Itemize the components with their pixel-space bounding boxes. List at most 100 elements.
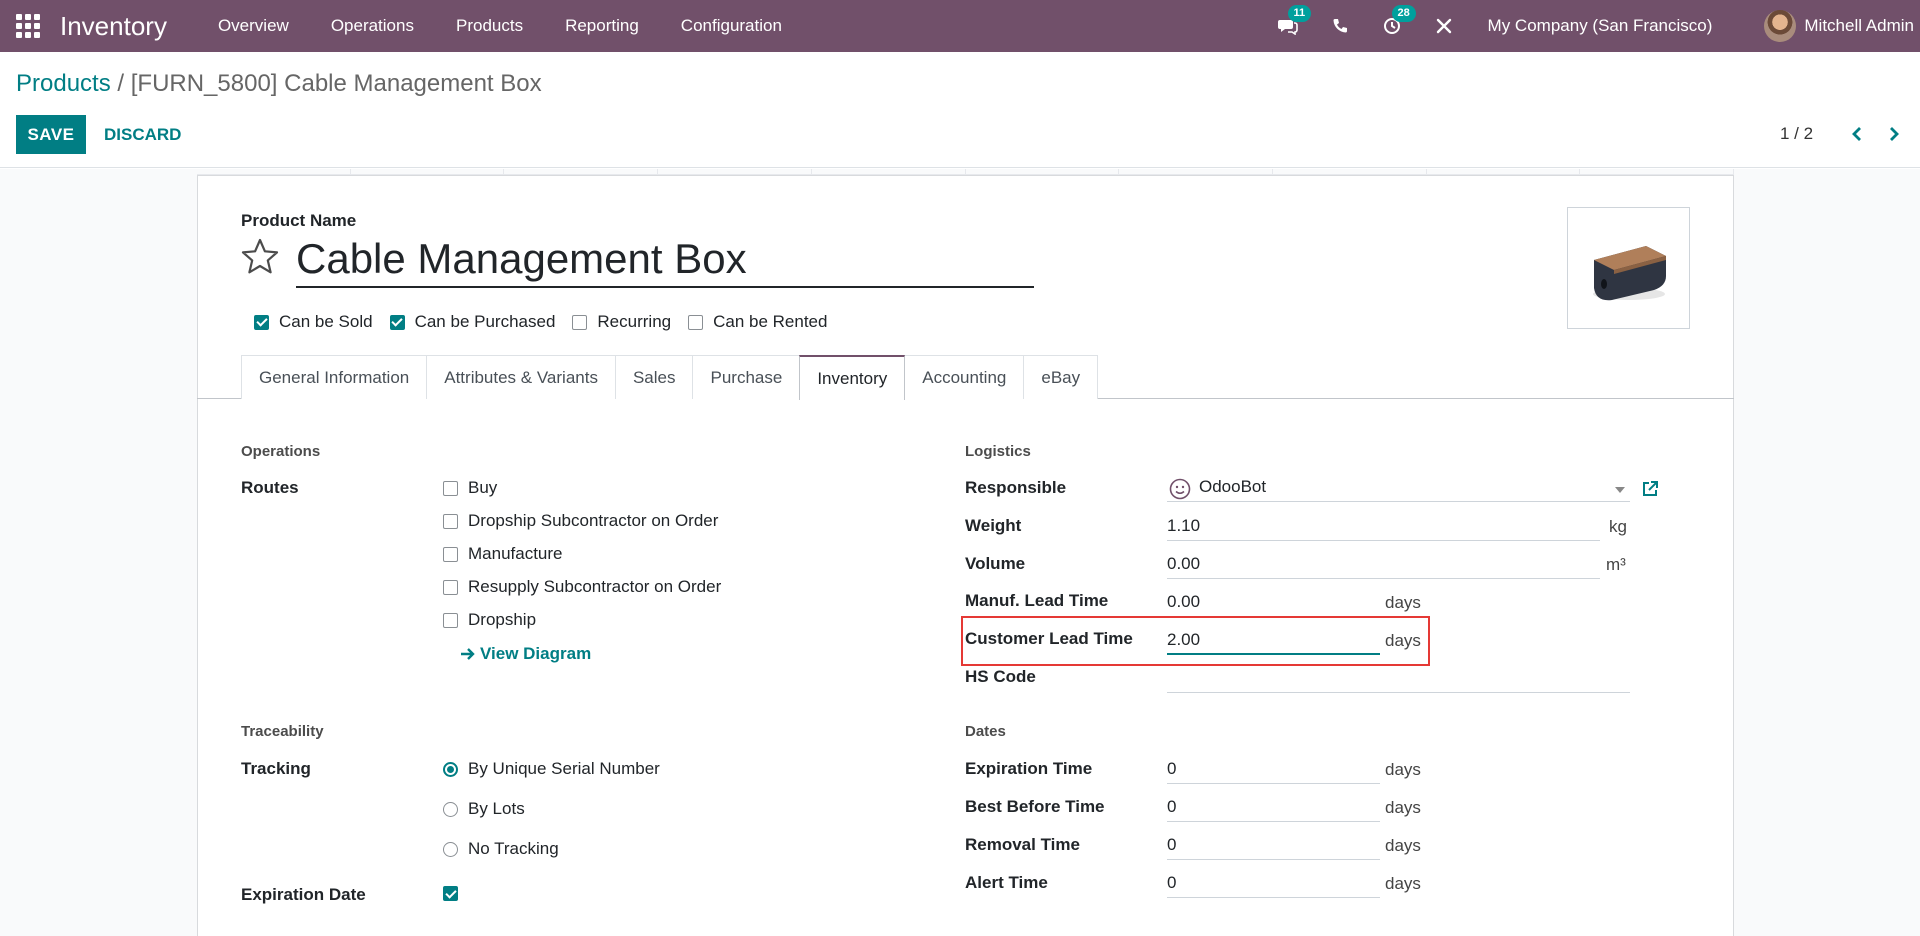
route-dropship-subcontractor[interactable]: Dropship Subcontractor on Order: [443, 511, 718, 531]
tab-general-information[interactable]: General Information: [241, 355, 428, 399]
recurring-option[interactable]: Recurring: [572, 312, 671, 332]
can-be-sold-checkbox[interactable]: [254, 314, 269, 330]
recurring-checkbox[interactable]: [572, 314, 588, 330]
route-resupply-subcontractor[interactable]: Resupply Subcontractor on Order: [443, 577, 721, 597]
can-be-sold-option[interactable]: Can be Sold: [254, 312, 373, 332]
alert-time-unit: days: [1385, 874, 1421, 893]
volume-label: Volume: [965, 554, 1026, 573]
route-dropship-checkbox[interactable]: [443, 612, 458, 628]
messages-icon[interactable]: 11: [1276, 5, 1312, 38]
responsible-label: Responsible: [965, 478, 1067, 497]
tab-ebay[interactable]: eBay: [1023, 355, 1099, 399]
tab-purchase[interactable]: Purchase: [692, 355, 801, 399]
menu-products[interactable]: Products: [456, 16, 523, 36]
discard-button[interactable]: DISCARD: [94, 115, 191, 154]
best-before-time-input[interactable]: 0: [1167, 795, 1380, 822]
menu-overview[interactable]: Overview: [218, 16, 289, 36]
volume-unit: m³: [1606, 555, 1626, 574]
apps-menu-icon[interactable]: [16, 14, 40, 38]
can-be-rented-checkbox[interactable]: [688, 314, 704, 330]
tracking-none-option[interactable]: No Tracking: [443, 839, 559, 859]
can-be-purchased-option[interactable]: Can be Purchased: [389, 312, 556, 332]
can-be-purchased-checkbox[interactable]: [389, 314, 405, 330]
weight-input[interactable]: 1.10: [1167, 514, 1600, 541]
route-buy-checkbox[interactable]: [443, 480, 458, 496]
responsible-dropdown-icon[interactable]: [1615, 487, 1625, 493]
user-avatar: [1764, 10, 1797, 42]
can-be-purchased-label: Can be Purchased: [414, 312, 556, 331]
tab-attributes-variants[interactable]: Attributes & Variants: [426, 355, 616, 399]
responsible-value: OdooBot: [1199, 477, 1267, 496]
app-title[interactable]: Inventory: [60, 11, 167, 42]
notebook-tabs: General Information Attributes & Variant…: [241, 355, 1099, 400]
can-be-rented-label: Can be Rented: [713, 312, 828, 331]
expiration-time-unit: days: [1385, 760, 1421, 779]
breadcrumb-current: [FURN_5800] Cable Management Box: [130, 70, 542, 97]
tab-accounting[interactable]: Accounting: [904, 355, 1025, 399]
routes-label: Routes: [241, 478, 299, 497]
removal-time-input[interactable]: 0: [1167, 833, 1380, 860]
best-before-time-unit: days: [1385, 798, 1421, 817]
pager-next-button[interactable]: [1880, 120, 1908, 148]
responsible-input[interactable]: OdooBot: [1167, 475, 1630, 502]
phone-icon[interactable]: [1328, 14, 1352, 38]
volume-input[interactable]: 0.00: [1167, 552, 1600, 579]
route-manufacture-checkbox[interactable]: [443, 546, 458, 562]
company-switcher[interactable]: My Company (San Francisco): [1488, 16, 1713, 36]
breadcrumb-products-link[interactable]: Products: [16, 70, 111, 97]
tracking-none-radio[interactable]: [443, 841, 458, 857]
manuf-lead-time-input[interactable]: 0.00: [1167, 590, 1380, 617]
expiration-date-checkbox[interactable]: [443, 886, 458, 901]
product-name-label: Product Name: [241, 211, 357, 230]
tab-inventory[interactable]: Inventory: [799, 355, 906, 400]
operations-section-title: Operations: [241, 443, 321, 460]
breadcrumb-separator: /: [117, 70, 125, 97]
alert-time-input[interactable]: 0: [1167, 871, 1380, 898]
tracking-serial-option[interactable]: By Unique Serial Number: [443, 759, 660, 779]
hs-code-input[interactable]: [1167, 666, 1630, 693]
best-before-time-label: Best Before Time: [965, 797, 1105, 816]
tab-sales[interactable]: Sales: [614, 355, 694, 399]
tracking-serial-radio[interactable]: [443, 761, 458, 777]
control-panel: Products / [FURN_5800] Cable Management …: [0, 52, 1920, 168]
weight-label: Weight: [965, 516, 1022, 535]
route-dropship-subcontractor-checkbox[interactable]: [443, 513, 458, 529]
route-manufacture-label: Manufacture: [468, 544, 563, 563]
menu-reporting[interactable]: Reporting: [565, 16, 639, 36]
chevron-left-icon: [1852, 127, 1861, 141]
favorite-star-icon[interactable]: [239, 236, 281, 278]
view-diagram-link[interactable]: View Diagram: [460, 644, 591, 664]
tracking-lots-radio[interactable]: [443, 801, 458, 817]
external-link-icon[interactable]: [1640, 479, 1660, 499]
route-resupply-subcontractor-checkbox[interactable]: [443, 579, 458, 595]
alert-time-label: Alert Time: [965, 873, 1048, 892]
user-menu[interactable]: Mitchell Admin: [1764, 10, 1914, 42]
product-name-input[interactable]: Cable Management Box: [296, 234, 1034, 288]
pager-previous-button[interactable]: [1843, 120, 1871, 148]
menu-configuration[interactable]: Configuration: [681, 16, 782, 36]
route-buy[interactable]: Buy: [443, 478, 497, 498]
expiration-date-field[interactable]: [443, 886, 468, 901]
product-image[interactable]: [1567, 207, 1690, 329]
menu-operations[interactable]: Operations: [331, 16, 414, 36]
removal-time-unit: days: [1385, 836, 1421, 855]
manuf-lead-time-unit: days: [1385, 593, 1421, 612]
debug-tools-icon[interactable]: [1432, 14, 1456, 38]
save-button[interactable]: SAVE: [16, 115, 86, 154]
activities-icon[interactable]: 28: [1380, 5, 1416, 38]
activities-badge: 28: [1391, 5, 1416, 22]
pager-value[interactable]: 1 / 2: [1780, 124, 1813, 144]
expiration-time-input[interactable]: 0: [1167, 757, 1380, 784]
view-diagram-label: View Diagram: [480, 644, 592, 663]
customer-lead-time-highlight: [961, 616, 1430, 666]
manuf-lead-time-label: Manuf. Lead Time: [965, 591, 1109, 610]
arrow-right-icon: [461, 648, 475, 660]
tracking-lots-label: By Lots: [468, 799, 525, 818]
can-be-rented-option[interactable]: Can be Rented: [688, 312, 827, 332]
tracking-lots-option[interactable]: By Lots: [443, 799, 525, 819]
route-dropship[interactable]: Dropship: [443, 610, 536, 630]
product-flags: Can be Sold Can be Purchased Recurring C…: [254, 312, 844, 332]
route-manufacture[interactable]: Manufacture: [443, 544, 563, 564]
route-buy-label: Buy: [468, 478, 498, 497]
removal-time-label: Removal Time: [965, 835, 1080, 854]
